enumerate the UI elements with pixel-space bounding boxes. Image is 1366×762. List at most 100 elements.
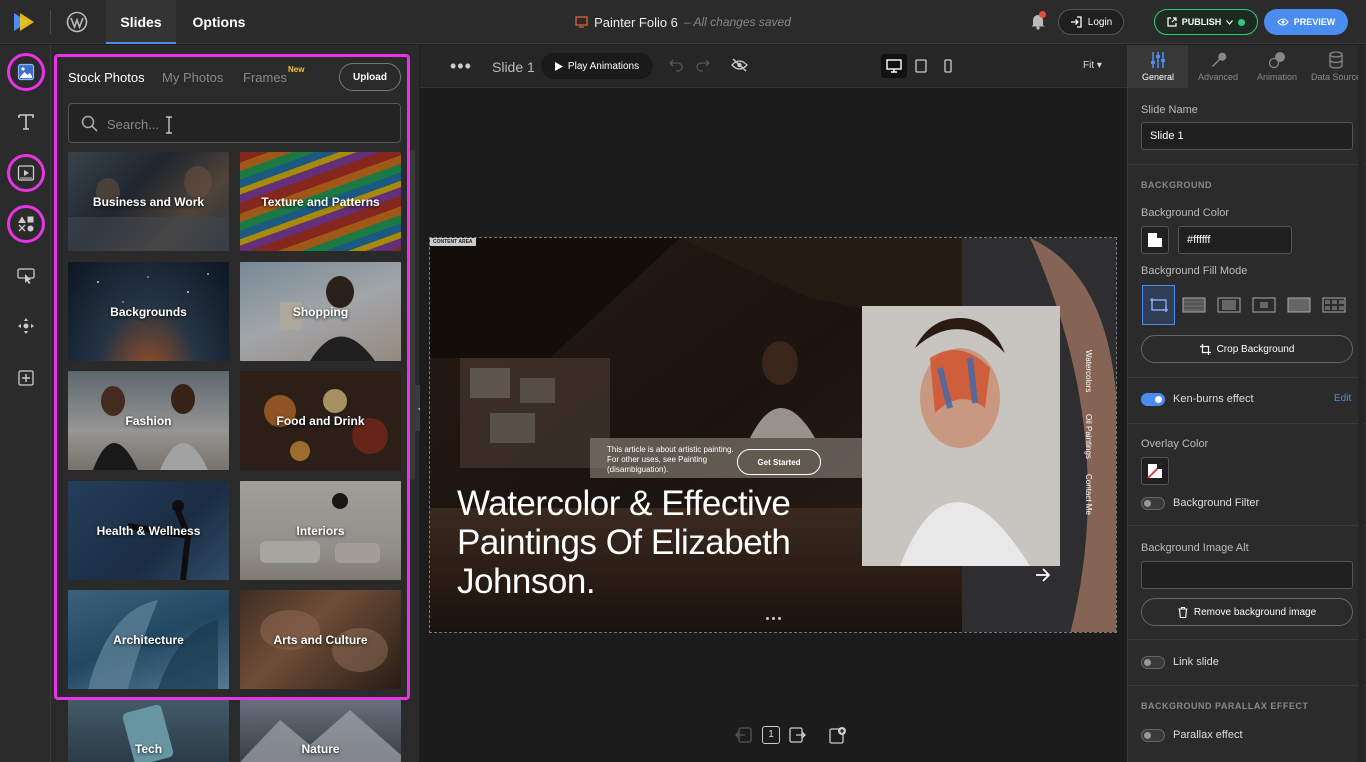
desktop-view-icon[interactable] bbox=[881, 54, 907, 78]
fill-mode-fill-icon[interactable] bbox=[1177, 285, 1210, 325]
vertical-link-watercolors[interactable]: Watercolors bbox=[1084, 350, 1093, 392]
remove-background-button[interactable]: Remove background image bbox=[1141, 598, 1353, 626]
fill-mode-crop-icon[interactable] bbox=[1142, 285, 1175, 325]
category-arts-and-culture[interactable]: Arts and Culture bbox=[240, 590, 401, 689]
tab-data-source[interactable]: Data Source bbox=[1306, 45, 1366, 88]
shapes-tool-icon[interactable] bbox=[7, 205, 45, 243]
upload-button[interactable]: Upload bbox=[339, 63, 401, 91]
ken-burns-toggle[interactable] bbox=[1141, 393, 1165, 406]
add-element-icon[interactable] bbox=[7, 359, 45, 397]
tab-general[interactable]: General bbox=[1128, 45, 1188, 88]
tab-stock-photos[interactable]: Stock Photos bbox=[68, 70, 145, 85]
category-business-and-work[interactable]: Business and Work bbox=[68, 152, 229, 251]
move-tool-icon[interactable] bbox=[7, 307, 45, 345]
tab-frames[interactable]: Frames bbox=[243, 70, 287, 85]
category-label: Texture and Patterns bbox=[261, 194, 380, 209]
remove-background-label: Remove background image bbox=[1193, 606, 1317, 618]
divider bbox=[1128, 164, 1366, 165]
category-architecture[interactable]: Architecture bbox=[68, 590, 229, 689]
fill-mode-center-icon[interactable] bbox=[1247, 285, 1280, 325]
category-interiors[interactable]: Interiors bbox=[240, 481, 401, 580]
ken-burns-edit-link[interactable]: Edit bbox=[1334, 393, 1351, 404]
get-started-button[interactable]: Get Started bbox=[737, 449, 821, 475]
category-texture-and-patterns[interactable]: Texture and Patterns bbox=[240, 152, 401, 251]
tab-animation[interactable]: Animation bbox=[1247, 45, 1307, 88]
slide-label[interactable]: Slide 1 bbox=[492, 59, 535, 75]
category-label: Interiors bbox=[296, 523, 345, 538]
parallax-section-title: BACKGROUND PARALLAX EFFECT bbox=[1141, 701, 1309, 711]
arrow-right-icon[interactable] bbox=[1035, 568, 1051, 582]
category-nature[interactable]: Nature bbox=[240, 700, 401, 762]
crop-background-button[interactable]: Crop Background bbox=[1141, 335, 1353, 363]
move-slide-right-icon[interactable] bbox=[788, 726, 806, 744]
login-button[interactable]: Login bbox=[1058, 9, 1124, 35]
properties-scrollbar[interactable] bbox=[1358, 46, 1365, 762]
app-logo-icon[interactable] bbox=[12, 11, 36, 33]
document-name[interactable]: Painter Folio 6 bbox=[594, 15, 678, 30]
overlay-color-swatch[interactable] bbox=[1141, 457, 1169, 485]
tab-options[interactable]: Options bbox=[180, 0, 258, 44]
category-fashion[interactable]: Fashion bbox=[68, 371, 229, 470]
vertical-link-oil-paintings[interactable]: Oil Paintings bbox=[1084, 414, 1093, 459]
tablet-view-icon[interactable] bbox=[908, 54, 934, 78]
link-slide-label: Link slide bbox=[1173, 656, 1219, 668]
mobile-view-icon[interactable] bbox=[935, 54, 961, 78]
tab-animation-label: Animation bbox=[1256, 72, 1298, 82]
play-animations-button[interactable]: Play Animations bbox=[541, 53, 653, 79]
link-slide-toggle[interactable] bbox=[1141, 656, 1165, 669]
divider bbox=[1128, 685, 1366, 686]
category-label: Nature bbox=[301, 742, 340, 756]
redo-icon[interactable] bbox=[696, 58, 710, 72]
background-color-input[interactable]: #ffffff bbox=[1178, 226, 1292, 254]
background-color-swatch[interactable] bbox=[1141, 226, 1169, 254]
overlay-color-label: Overlay Color bbox=[1141, 438, 1209, 450]
background-filter-toggle[interactable] bbox=[1141, 497, 1165, 510]
divider bbox=[1128, 639, 1366, 640]
search-input[interactable] bbox=[107, 114, 387, 134]
fill-mode-fit-icon[interactable] bbox=[1212, 285, 1245, 325]
slide-name-input[interactable]: Slide 1 bbox=[1141, 122, 1353, 150]
divider bbox=[1128, 423, 1366, 424]
vertical-link-contact-me[interactable]: Contact Me bbox=[1084, 474, 1093, 515]
category-backgrounds[interactable]: Backgrounds bbox=[68, 262, 229, 361]
category-shopping[interactable]: Shopping bbox=[240, 262, 401, 361]
play-icon bbox=[554, 61, 563, 71]
slide-number[interactable]: 1 bbox=[762, 726, 780, 744]
media-tool-icon[interactable] bbox=[7, 154, 45, 192]
button-tool-icon[interactable] bbox=[7, 257, 45, 295]
text-tool-icon[interactable] bbox=[7, 103, 45, 141]
tab-advanced[interactable]: Advanced bbox=[1188, 45, 1248, 88]
save-status: – All changes saved bbox=[683, 15, 791, 29]
tab-my-photos[interactable]: My Photos bbox=[162, 70, 223, 85]
search-icon bbox=[81, 115, 98, 132]
background-filter-label: Background Filter bbox=[1173, 497, 1260, 509]
more-options-icon[interactable]: ••• bbox=[450, 56, 472, 77]
zoom-fit-dropdown[interactable]: Fit ▾ bbox=[1083, 60, 1102, 71]
move-slide-left-icon[interactable] bbox=[735, 726, 753, 744]
category-health-and-wellness[interactable]: Health & Wellness bbox=[68, 481, 229, 580]
category-food-and-drink[interactable]: Food and Drink bbox=[240, 371, 401, 470]
slide-description[interactable]: This article is about artistic painting.… bbox=[607, 445, 737, 475]
add-slide-icon[interactable] bbox=[829, 726, 847, 744]
text-cursor-icon bbox=[164, 116, 174, 134]
category-label: Health & Wellness bbox=[96, 523, 201, 538]
publish-button[interactable]: PUBLISH bbox=[1154, 9, 1258, 35]
slide-headline[interactable]: Watercolor & Effective Paintings Of Eliz… bbox=[457, 484, 877, 601]
image-tool-icon[interactable] bbox=[7, 53, 45, 91]
crop-background-label: Crop Background bbox=[1216, 343, 1295, 355]
parallax-toggle[interactable] bbox=[1141, 729, 1165, 742]
undo-icon[interactable] bbox=[669, 58, 683, 72]
preview-button[interactable]: PREVIEW bbox=[1264, 9, 1348, 35]
category-tech[interactable]: Tech bbox=[68, 700, 229, 762]
play-animations-label: Play Animations bbox=[567, 60, 640, 72]
slide-pagination-dots[interactable] bbox=[766, 617, 781, 620]
fill-mode-stretch-icon[interactable] bbox=[1282, 285, 1315, 325]
hide-icon[interactable] bbox=[731, 58, 748, 72]
slide-preview[interactable]: CONTENT AREA This article is about artis… bbox=[429, 237, 1117, 633]
wordpress-icon[interactable] bbox=[66, 11, 88, 33]
wrench-icon bbox=[1212, 52, 1227, 67]
fill-mode-tile-icon[interactable] bbox=[1317, 285, 1350, 325]
image-alt-input[interactable] bbox=[1141, 561, 1353, 589]
tab-slides[interactable]: Slides bbox=[106, 0, 176, 44]
left-toolbar bbox=[0, 45, 51, 762]
